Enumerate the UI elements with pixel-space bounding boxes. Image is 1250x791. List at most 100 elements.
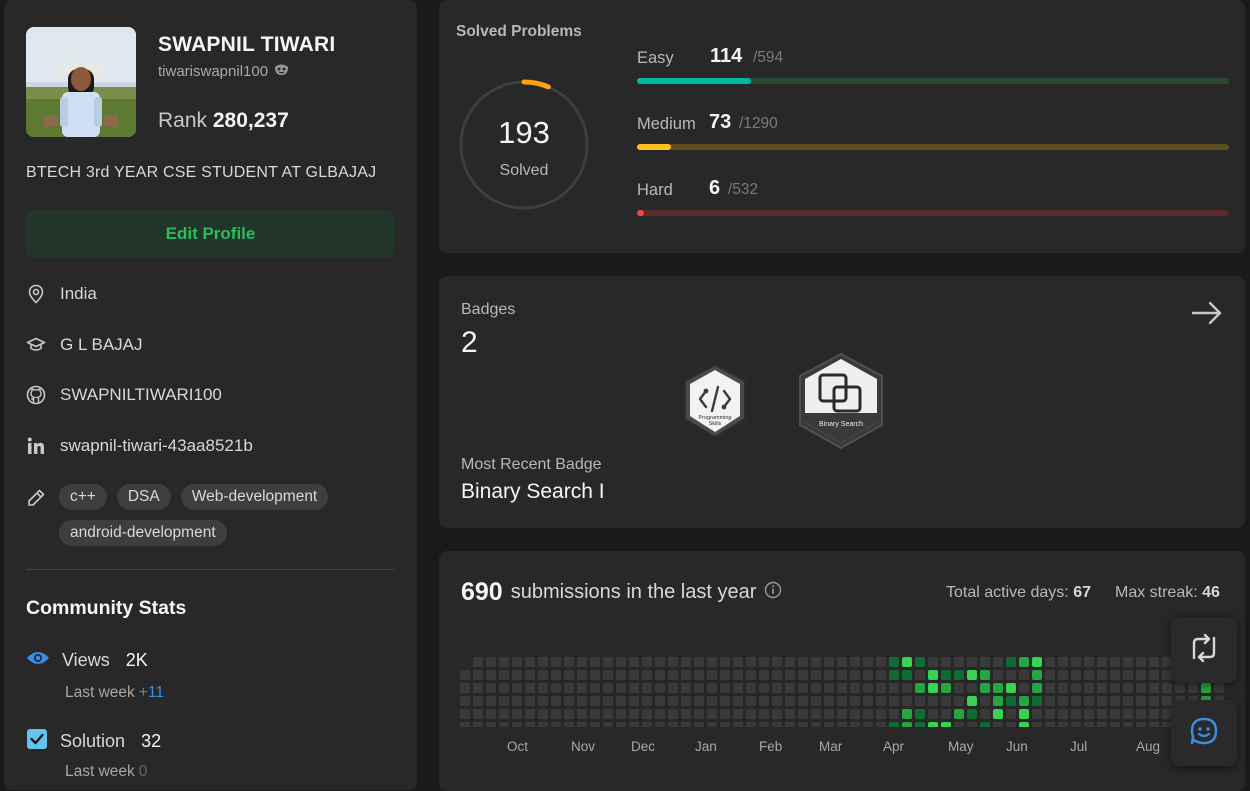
heatmap-cell[interactable] — [681, 722, 691, 727]
heatmap-cell[interactable] — [668, 670, 678, 680]
heatmap-cell[interactable] — [512, 670, 522, 680]
heatmap-cell[interactable] — [811, 670, 821, 680]
heatmap-cell[interactable] — [707, 696, 717, 706]
heatmap-cell[interactable] — [1032, 657, 1042, 667]
heatmap-cell[interactable] — [629, 670, 639, 680]
heatmap-cell[interactable] — [616, 657, 626, 667]
feedback-button[interactable] — [1171, 700, 1237, 766]
heatmap-cell[interactable] — [694, 709, 704, 719]
heatmap-cell[interactable] — [499, 683, 509, 693]
heatmap-cell[interactable] — [1123, 683, 1133, 693]
heatmap-cell[interactable] — [980, 657, 990, 667]
heatmap-cell[interactable] — [1149, 683, 1159, 693]
heatmap-cell[interactable] — [720, 709, 730, 719]
heatmap-cell[interactable] — [889, 683, 899, 693]
heatmap-cell[interactable] — [1032, 709, 1042, 719]
programming-skills-badge[interactable]: Programming Skills — [680, 361, 750, 446]
heatmap-cell[interactable] — [1136, 722, 1146, 727]
heatmap-cell[interactable] — [538, 670, 548, 680]
heatmap-cell[interactable] — [746, 709, 756, 719]
heatmap-cell[interactable] — [772, 709, 782, 719]
heatmap-cell[interactable] — [772, 683, 782, 693]
heatmap-cell[interactable] — [629, 722, 639, 727]
heatmap-cell[interactable] — [720, 657, 730, 667]
heatmap-cell[interactable] — [941, 696, 951, 706]
heatmap-cell[interactable] — [1032, 683, 1042, 693]
heatmap-cell[interactable] — [603, 670, 613, 680]
heatmap-cell[interactable] — [746, 683, 756, 693]
heatmap-cell[interactable] — [785, 670, 795, 680]
heatmap-cell[interactable] — [538, 683, 548, 693]
heatmap-cell[interactable] — [915, 722, 925, 727]
heatmap-cell[interactable] — [629, 709, 639, 719]
heatmap-cell[interactable] — [577, 683, 587, 693]
heatmap-cell[interactable] — [993, 657, 1003, 667]
heatmap-cell[interactable] — [1045, 657, 1055, 667]
heatmap-cell[interactable] — [473, 657, 483, 667]
heatmap-cell[interactable] — [1110, 657, 1120, 667]
heatmap-cell[interactable] — [1149, 696, 1159, 706]
heatmap-cell[interactable] — [1019, 709, 1029, 719]
heatmap-cell[interactable] — [629, 683, 639, 693]
heatmap-cell[interactable] — [590, 670, 600, 680]
heatmap-cell[interactable] — [603, 657, 613, 667]
heatmap-cell[interactable] — [707, 670, 717, 680]
heatmap-cell[interactable] — [473, 683, 483, 693]
heatmap-cell[interactable] — [915, 709, 925, 719]
heatmap-cell[interactable] — [512, 696, 522, 706]
heatmap-cell[interactable] — [1071, 696, 1081, 706]
heatmap-cell[interactable] — [473, 670, 483, 680]
heatmap-cell[interactable] — [1123, 709, 1133, 719]
heatmap-cell[interactable] — [551, 709, 561, 719]
switch-layout-button[interactable] — [1171, 617, 1237, 683]
heatmap-cell[interactable] — [798, 696, 808, 706]
heatmap-cell[interactable] — [1045, 696, 1055, 706]
heatmap-cell[interactable] — [603, 722, 613, 727]
heatmap-cell[interactable] — [863, 670, 873, 680]
heatmap-cell[interactable] — [850, 696, 860, 706]
heatmap-cell[interactable] — [863, 683, 873, 693]
heatmap-cell[interactable] — [486, 683, 496, 693]
heatmap-cell[interactable] — [1136, 696, 1146, 706]
heatmap-cell[interactable] — [1123, 657, 1133, 667]
heatmap-cell[interactable] — [1097, 670, 1107, 680]
heatmap-cell[interactable] — [551, 657, 561, 667]
heatmap-cell[interactable] — [512, 683, 522, 693]
heatmap-cell[interactable] — [785, 657, 795, 667]
heatmap-cell[interactable] — [915, 683, 925, 693]
heatmap-cell[interactable] — [629, 657, 639, 667]
heatmap-cell[interactable] — [785, 683, 795, 693]
heatmap-cell[interactable] — [616, 670, 626, 680]
heatmap-cell[interactable] — [889, 670, 899, 680]
heatmap-cell[interactable] — [538, 709, 548, 719]
heatmap-cell[interactable] — [785, 709, 795, 719]
heatmap-cell[interactable] — [837, 709, 847, 719]
heatmap-cell[interactable] — [1097, 696, 1107, 706]
github-row[interactable]: SWAPNILTIWARI100 — [26, 385, 222, 405]
heatmap-cell[interactable] — [785, 722, 795, 727]
heatmap-cell[interactable] — [694, 657, 704, 667]
heatmap-cell[interactable] — [902, 696, 912, 706]
heatmap-cell[interactable] — [512, 657, 522, 667]
heatmap-cell[interactable] — [642, 657, 652, 667]
heatmap-cell[interactable] — [720, 696, 730, 706]
heatmap-cell[interactable] — [1149, 657, 1159, 667]
heatmap-cell[interactable] — [551, 670, 561, 680]
heatmap-cell[interactable] — [837, 683, 847, 693]
heatmap-cell[interactable] — [1019, 696, 1029, 706]
heatmap-cell[interactable] — [499, 657, 509, 667]
heatmap-cell[interactable] — [1136, 657, 1146, 667]
heatmap-cell[interactable] — [499, 722, 509, 727]
heatmap-cell[interactable] — [1058, 657, 1068, 667]
heatmap-cell[interactable] — [1162, 683, 1172, 693]
heatmap-cell[interactable] — [668, 709, 678, 719]
heatmap-cell[interactable] — [720, 722, 730, 727]
heatmap-cell[interactable] — [746, 670, 756, 680]
heatmap-cell[interactable] — [603, 696, 613, 706]
heatmap-cell[interactable] — [655, 709, 665, 719]
heatmap-cell[interactable] — [577, 657, 587, 667]
heatmap-cell[interactable] — [1019, 683, 1029, 693]
heatmap-cell[interactable] — [473, 722, 483, 727]
heatmap-cell[interactable] — [603, 709, 613, 719]
heatmap-cell[interactable] — [486, 657, 496, 667]
